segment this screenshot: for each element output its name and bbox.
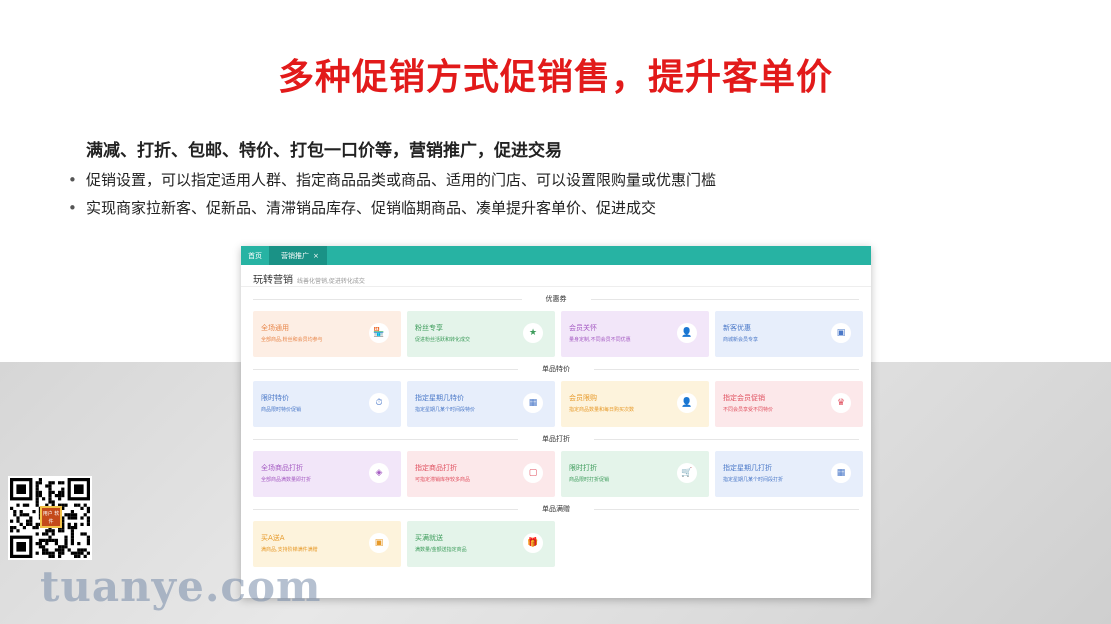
slide-title: 多种促销方式促销售，提升客单价 [277,57,833,98]
card-row: 买A送A 满商品,支持阶梯满件满赠 ▣ 买满就送 满数量/金额送指定商品 🎁 [241,521,871,567]
store-icon: 🏪 [369,323,389,343]
tag-icon: ◈ [369,463,389,483]
promotion-card[interactable]: 限时特价 商品限时特价促销 ⏱ [253,381,401,427]
promotion-card[interactable]: 买A送A 满商品,支持阶梯满件满赠 ▣ [253,521,401,567]
bullet-text: 实现商家拉新客、促新品、清滞销品库存、促销临期商品、凑单提升客单价、促进成交 [86,199,657,217]
bullet-text: 促销设置，可以指定适用人群、指定商品品类或商品、适用的门店、可以设置限购量或优惠… [86,171,717,189]
divider [590,298,859,300]
slide-subtitle: 满减、打折、包邮、特价、打包一口价等，营销推广，促进交易 [86,141,562,161]
promotion-card[interactable]: 新客优惠 商城新会员专享 ▣ [715,311,863,357]
tab-marketing[interactable]: 营销推广 × [269,246,327,265]
card-icon: ▣ [831,323,851,343]
divider [594,368,859,370]
marketing-app-window: 首页 营销推广 × 玩转营销 线善化营销,促进转化成交 优惠券全场通用 全部商品,… [241,246,871,598]
promotion-card[interactable]: 全场通用 全部商品,粉丝和会员均参与 🏪 [253,311,401,357]
section-heading: 单品特价 [253,361,859,377]
bullet-item: • 实现商家拉新客、促新品、清滞销品库存、促销临期商品、凑单提升客单价、促进成交 [68,198,716,226]
page-header: 玩转营销 线善化营销,促进转化成交 [241,265,871,287]
tab-home[interactable]: 首页 [241,246,269,265]
bullet-list: • 促销设置，可以指定适用人群、指定商品品类或商品、适用的门店、可以设置限购量或… [68,170,716,226]
promotion-card[interactable]: 买满就送 满数量/金额送指定商品 🎁 [407,521,555,567]
divider [253,298,522,300]
section-label: 单品打折 [542,435,570,443]
tab-label: 首页 [248,251,262,260]
card-row: 限时特价 商品限时特价促销 ⏱ 指定星期几特价 指定星期几某个时间段特价 ▦ 会员限购 指定商… [241,381,871,427]
page-subtitle: 线善化营销,促进转化成交 [297,278,365,285]
promotion-sections: 优惠券全场通用 全部商品,粉丝和会员均参与 🏪 粉丝专享 促进粉丝活跃和转化成交 ★ 会员关… [241,291,871,567]
bag-icon: ▢ [523,463,543,483]
section-label: 单品满赠 [542,505,570,513]
tab-bar: 首页 营销推广 × [241,246,871,265]
promotion-card[interactable]: 全场商品打折 全部商品满数量即打折 ◈ [253,451,401,497]
calendar-icon: ▦ [523,393,543,413]
crown-icon: ♛ [831,393,851,413]
promotion-card[interactable]: 限时打折 商品限时打折促销 🛒 [561,451,709,497]
card-row: 全场商品打折 全部商品满数量即打折 ◈ 指定商品打折 可指定滞销库存较多商品 ▢ 限时打折商… [241,451,871,497]
calendar-icon: ▦ [831,463,851,483]
promotion-card[interactable]: 会员关怀 量身定制,不同会员不同优惠 👤 [561,311,709,357]
section-heading: 单品打折 [253,431,859,447]
timer-icon: ⏱ [369,393,389,413]
section-heading: 优惠券 [253,291,859,307]
qr-code: 用户 软件 [8,476,92,560]
cart-icon: 🛒 [677,463,697,483]
page-title: 玩转营销 [253,275,293,286]
divider [594,508,859,510]
bullet-item: • 促销设置，可以指定适用人群、指定商品品类或商品、适用的门店、可以设置限购量或… [68,170,716,198]
promotion-card[interactable]: 指定星期几打折 指定星期几某个时间段打折 ▦ [715,451,863,497]
section-label: 单品特价 [542,365,570,373]
divider [253,368,518,370]
member-limit-icon: 👤 [677,393,697,413]
close-icon[interactable]: × [313,252,319,260]
bullet-dot: • [68,171,77,189]
divider [253,438,518,440]
watermark: tuanye.com [40,562,322,611]
card-row: 全场通用 全部商品,粉丝和会员均参与 🏪 粉丝专享 促进粉丝活跃和转化成交 ★ 会员关怀 量身… [241,311,871,357]
divider [594,438,859,440]
promotion-card[interactable]: 指定星期几特价 指定星期几某个时间段特价 ▦ [407,381,555,427]
promotion-card[interactable]: 指定会员促销 不同会员享受不同特价 ♛ [715,381,863,427]
star-icon: ★ [523,323,543,343]
promotion-card[interactable]: 会员限购 指定商品数量和每日购买次数 👤 [561,381,709,427]
divider [253,508,518,510]
bullet-dot: • [68,199,77,217]
promotion-card[interactable]: 粉丝专享 促进粉丝活跃和转化成交 ★ [407,311,555,357]
member-icon: 👤 [677,323,697,343]
box-icon: ▣ [369,533,389,553]
gift-icon: 🎁 [523,533,543,553]
section-label: 优惠券 [545,295,567,303]
qr-logo-badge: 用户 软件 [40,506,62,528]
section-heading: 单品满赠 [253,501,859,517]
tab-label: 营销推广 [281,251,309,260]
promotion-card[interactable]: 指定商品打折 可指定滞销库存较多商品 ▢ [407,451,555,497]
